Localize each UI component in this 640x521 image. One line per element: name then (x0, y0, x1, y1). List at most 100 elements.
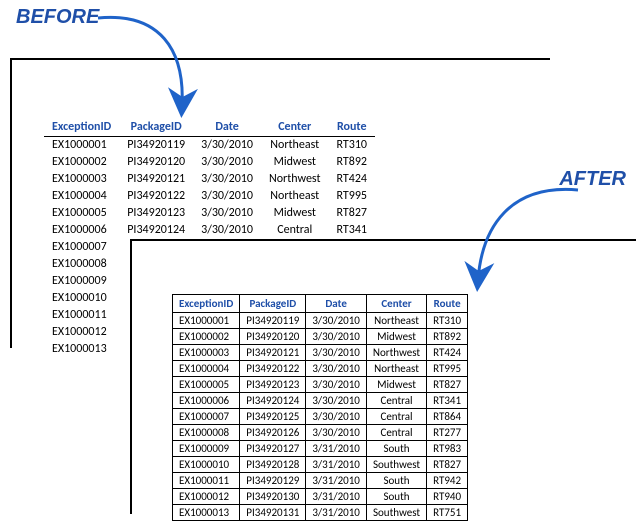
table-row: EX1000002PI349201203/30/2010MidwestRT892 (44, 154, 375, 171)
cell-route: RT995 (427, 361, 468, 377)
col-center: Center (261, 118, 329, 137)
col-date: Date (193, 118, 261, 137)
table-row: EX1000001PI349201193/30/2010NortheastRT3… (44, 137, 375, 155)
cell-date: 3/30/2010 (193, 188, 261, 205)
table-row: EX1000006PI349201243/30/2010CentralRT341 (173, 393, 468, 409)
cell-route: RT892 (329, 154, 376, 171)
cell-id: EX1000012 (44, 324, 119, 341)
cell-pkg: PI34920122 (240, 361, 306, 377)
cell-route: RT424 (329, 171, 376, 188)
cell-center: Midwest (366, 329, 426, 345)
table-row: EX1000011PI349201293/31/2010SouthRT942 (173, 473, 468, 489)
cell-date: 3/31/2010 (306, 489, 367, 505)
cell-route: RT310 (427, 313, 468, 329)
cell-date: 3/30/2010 (306, 361, 367, 377)
cell-center: South (366, 441, 426, 457)
cell-center: Northwest (366, 345, 426, 361)
cell-route: RT864 (427, 409, 468, 425)
col-route: Route (329, 118, 376, 137)
cell-id: EX1000006 (44, 222, 119, 239)
cell-date: 3/30/2010 (306, 329, 367, 345)
cell-route: RT940 (427, 489, 468, 505)
cell-date: 3/31/2010 (306, 457, 367, 473)
cell-pkg: PI34920120 (240, 329, 306, 345)
cell-id: EX1000009 (173, 441, 240, 457)
col-route: Route (427, 295, 468, 313)
table-row: EX1000008PI349201263/30/2010CentralRT277 (173, 425, 468, 441)
cell-route: RT424 (427, 345, 468, 361)
cell-pkg: PI34920124 (240, 393, 306, 409)
table-row: EX1000013PI349201313/31/2010SouthwestRT7… (173, 505, 468, 521)
col-exceptionid: ExceptionID (44, 118, 119, 137)
cell-route: RT751 (427, 505, 468, 521)
cell-date: 3/30/2010 (193, 171, 261, 188)
cell-center: Northeast (261, 188, 329, 205)
cell-center: Central (366, 425, 426, 441)
cell-pkg: PI34920121 (240, 345, 306, 361)
table-row: EX1000004PI349201223/30/2010NortheastRT9… (44, 188, 375, 205)
after-table-head: ExceptionID PackageID Date Center Route (173, 295, 468, 313)
cell-center: Central (366, 409, 426, 425)
cell-pkg: PI34920128 (240, 457, 306, 473)
cell-pkg: PI34920123 (240, 377, 306, 393)
cell-center: Central (366, 393, 426, 409)
cell-id: EX1000011 (44, 307, 119, 324)
cell-date: 3/31/2010 (306, 473, 367, 489)
cell-center: South (366, 489, 426, 505)
cell-id: EX1000002 (44, 154, 119, 171)
cell-center: South (366, 473, 426, 489)
table-row: EX1000001PI349201193/30/2010NortheastRT3… (173, 313, 468, 329)
cell-center: Southwest (366, 457, 426, 473)
cell-id: EX1000005 (44, 205, 119, 222)
cell-id: EX1000007 (44, 239, 119, 256)
col-packageid: PackageID (240, 295, 306, 313)
cell-id: EX1000010 (44, 290, 119, 307)
table-row: EX1000003PI349201213/30/2010NorthwestRT4… (44, 171, 375, 188)
cell-date: 3/30/2010 (306, 425, 367, 441)
cell-pkg: PI34920119 (240, 313, 306, 329)
cell-route: RT827 (329, 205, 376, 222)
cell-date: 3/31/2010 (306, 441, 367, 457)
cell-id: EX1000006 (173, 393, 240, 409)
cell-id: EX1000007 (173, 409, 240, 425)
cell-id: EX1000003 (44, 171, 119, 188)
table-row: EX1000002PI349201203/30/2010MidwestRT892 (173, 329, 468, 345)
cell-route: RT892 (427, 329, 468, 345)
cell-route: RT983 (427, 441, 468, 457)
col-packageid: PackageID (119, 118, 193, 137)
after-table-body: EX1000001PI349201193/30/2010NortheastRT3… (173, 313, 468, 521)
cell-route: RT277 (427, 425, 468, 441)
table-row: EX1000005PI349201233/30/2010MidwestRT827 (44, 205, 375, 222)
cell-date: 3/30/2010 (193, 154, 261, 171)
cell-date: 3/30/2010 (193, 137, 261, 155)
cell-date: 3/30/2010 (306, 377, 367, 393)
cell-center: Northwest (261, 171, 329, 188)
cell-id: EX1000008 (44, 256, 119, 273)
cell-pkg: PI34920126 (240, 425, 306, 441)
cell-pkg: PI34920125 (240, 409, 306, 425)
cell-id: EX1000010 (173, 457, 240, 473)
cell-center: Northeast (366, 313, 426, 329)
cell-id: EX1000002 (173, 329, 240, 345)
cell-id: EX1000001 (44, 137, 119, 155)
cell-date: 3/30/2010 (306, 393, 367, 409)
cell-date: 3/30/2010 (306, 345, 367, 361)
cell-route: RT827 (427, 377, 468, 393)
table-row: EX1000009PI349201273/31/2010SouthRT983 (173, 441, 468, 457)
arrow-after-icon (460, 182, 600, 292)
cell-pkg: PI34920130 (240, 489, 306, 505)
col-exceptionid: ExceptionID (173, 295, 240, 313)
table-row: EX1000012PI349201303/31/2010SouthRT940 (173, 489, 468, 505)
cell-id: EX1000013 (173, 505, 240, 521)
cell-center: Midwest (261, 154, 329, 171)
table-row: EX1000006PI349201243/30/2010CentralRT341 (44, 222, 375, 239)
cell-route: RT341 (329, 222, 376, 239)
cell-id: EX1000003 (173, 345, 240, 361)
cell-id: EX1000009 (44, 273, 119, 290)
cell-date: 3/30/2010 (306, 409, 367, 425)
table-row: EX1000007PI349201253/30/2010CentralRT864 (173, 409, 468, 425)
cell-date: 3/30/2010 (193, 222, 261, 239)
col-date: Date (306, 295, 367, 313)
cell-center: Midwest (366, 377, 426, 393)
cell-id: EX1000012 (173, 489, 240, 505)
